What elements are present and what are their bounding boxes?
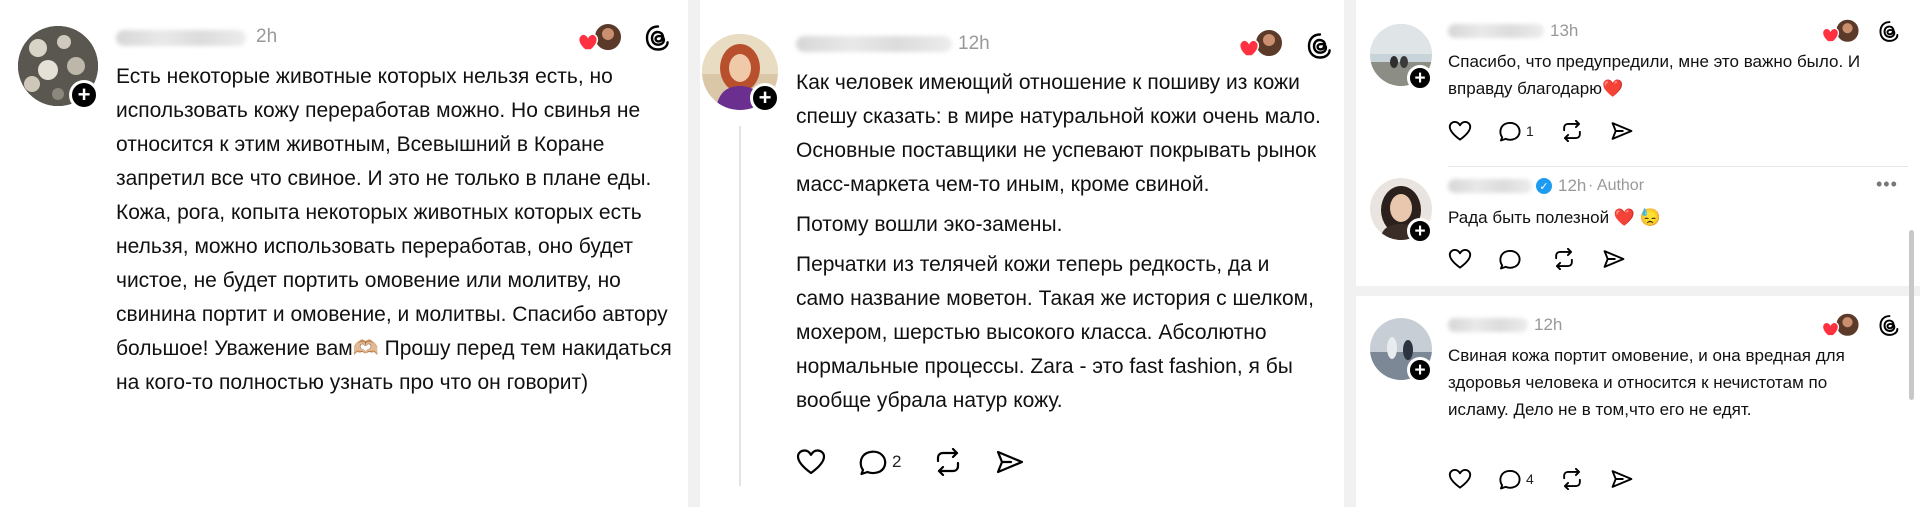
repost-icon <box>1562 120 1581 142</box>
follow-plus-button[interactable]: + <box>1407 357 1433 383</box>
action-bar: 2 <box>796 448 1025 476</box>
panel-divider <box>688 0 700 507</box>
author-liked-icon <box>577 22 628 56</box>
username-blurred[interactable] <box>116 30 246 46</box>
author-liked-icon <box>1821 18 1865 47</box>
repost-button[interactable] <box>933 448 963 476</box>
send-icon <box>1603 250 1625 268</box>
threads-logo-icon[interactable] <box>644 24 672 52</box>
like-button[interactable] <box>1448 468 1472 490</box>
repost-button[interactable] <box>1560 468 1584 490</box>
comment-icon <box>859 450 887 476</box>
comment-separator <box>1448 166 1908 167</box>
reply-button[interactable]: 4 <box>1498 468 1534 490</box>
timestamp: 12h <box>1534 315 1563 334</box>
share-button[interactable] <box>1610 120 1634 142</box>
reply-count: 1 <box>1526 123 1534 139</box>
username-blurred[interactable] <box>1448 318 1528 332</box>
like-button[interactable] <box>1448 120 1472 142</box>
heart-icon <box>1448 469 1472 489</box>
follow-plus-button[interactable]: + <box>1407 218 1433 244</box>
share-button[interactable] <box>995 448 1025 476</box>
threads-logo-icon[interactable] <box>1306 32 1334 60</box>
heart-icon <box>796 449 826 475</box>
username-blurred[interactable] <box>1448 179 1532 193</box>
action-bar <box>1448 248 1626 270</box>
repost-icon <box>1555 248 1573 270</box>
like-button[interactable] <box>1448 248 1472 270</box>
comment-paragraph: Есть некоторые животные которых нельзя е… <box>116 65 672 394</box>
reply-button[interactable]: 1 <box>1498 120 1534 142</box>
repost-icon <box>937 448 960 476</box>
action-bar: 1 <box>1448 120 1634 142</box>
heart-icon <box>1448 249 1472 269</box>
comment-icon <box>1499 250 1521 270</box>
comment-icon <box>1499 122 1521 142</box>
share-button[interactable] <box>1602 248 1626 270</box>
timestamp: 12h <box>958 33 990 54</box>
username-blurred[interactable] <box>1448 24 1544 38</box>
like-button[interactable] <box>796 448 826 476</box>
threads-logo-icon[interactable] <box>1878 314 1901 337</box>
timestamp: 12h <box>1558 176 1587 195</box>
timestamp: 2h <box>256 26 278 47</box>
timestamp: 13h <box>1550 21 1579 40</box>
panel-divider <box>1344 0 1356 507</box>
reply-button[interactable] <box>1498 248 1526 270</box>
send-icon <box>997 450 1024 474</box>
comment-panel-left: + 2h Есть некоторые животные которых нел… <box>0 0 700 507</box>
comment-panel-middle: + 12h Как человек имеющий отношение к по… <box>700 0 1356 507</box>
follow-plus-button[interactable]: + <box>1407 65 1433 91</box>
author-liked-icon <box>1238 28 1289 62</box>
repost-icon <box>1562 468 1581 490</box>
comment-text: Как человек имеющий отношение к пошиву и… <box>796 66 1322 418</box>
comment-text: Спасибо, что предупредили, мне это важно… <box>1448 52 1861 98</box>
comment-paragraph: Как человек имеющий отношение к пошиву и… <box>796 71 1321 196</box>
share-button[interactable] <box>1610 468 1634 490</box>
section-divider <box>1356 286 1920 296</box>
reply-count: 4 <box>1526 471 1534 487</box>
comment-paragraph: Потому вошли эко-замены. <box>796 213 1063 236</box>
reply-count: 2 <box>892 452 902 471</box>
heart-icon <box>1448 121 1472 141</box>
comment-text: Рада быть полезной ❤️ 😓 <box>1448 208 1661 227</box>
verified-badge-icon: ✓ <box>1536 178 1552 194</box>
send-icon <box>1611 470 1633 488</box>
reply-button[interactable]: 2 <box>858 448 901 476</box>
author-label: · Author <box>1588 177 1645 194</box>
author-liked-icon <box>1821 312 1865 341</box>
comment-paragraph: Перчатки из телячей кожи теперь редкость… <box>796 253 1314 412</box>
thread-line <box>739 126 741 486</box>
comment-text: Свиная кожа портит омовение, и она вредн… <box>1448 346 1845 419</box>
send-icon <box>1611 122 1633 140</box>
comment-icon <box>1499 470 1521 490</box>
repost-button[interactable] <box>1552 248 1576 270</box>
repost-button[interactable] <box>1560 120 1584 142</box>
more-options-icon[interactable]: ••• <box>1876 174 1898 195</box>
scrollbar[interactable] <box>1909 230 1914 400</box>
follow-plus-button[interactable]: + <box>69 80 99 110</box>
action-bar: 4 <box>1448 468 1634 490</box>
comment-text: Есть некоторые животные которых нельзя е… <box>116 60 676 400</box>
follow-plus-button[interactable]: + <box>750 83 780 113</box>
username-blurred[interactable] <box>796 36 952 52</box>
threads-logo-icon[interactable] <box>1878 20 1901 43</box>
comment-panel-right: + 13h Спасибо, что предупредили, мне это… <box>1356 0 1920 507</box>
